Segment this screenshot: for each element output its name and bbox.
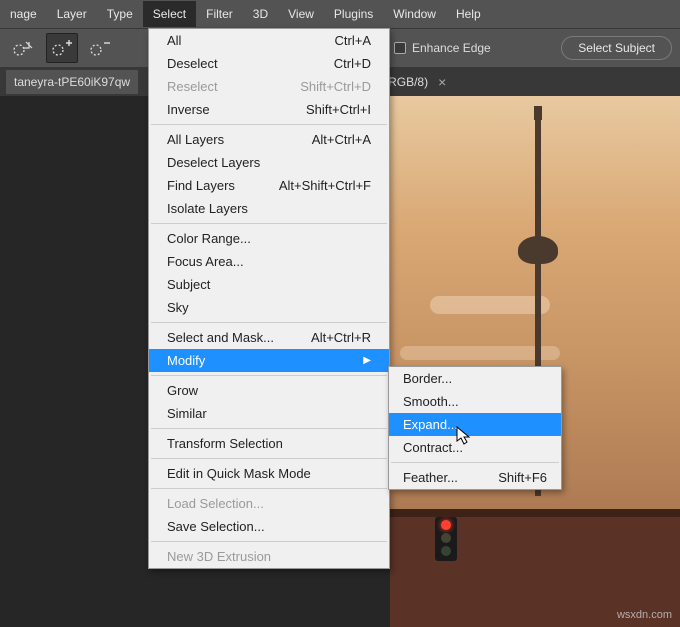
menu-item-shortcut: Alt+Ctrl+R	[311, 330, 371, 345]
menu-item-shortcut: Ctrl+D	[334, 56, 371, 71]
menu-3d[interactable]: 3D	[243, 1, 278, 27]
menu-item-label: Inverse	[167, 102, 210, 117]
menu-item-load-selection: Load Selection...	[149, 492, 389, 515]
menu-item-isolate-layers[interactable]: Isolate Layers	[149, 197, 389, 220]
menu-item-find-layers[interactable]: Find Layers Alt+Shift+Ctrl+F	[149, 174, 389, 197]
menu-item-label: Color Range...	[167, 231, 251, 246]
menu-item-label: Modify	[167, 353, 205, 368]
modify-submenu: Border... Smooth... Expand... Contract... Fe…	[388, 366, 562, 490]
menu-separator	[151, 541, 387, 542]
menu-item-label: Smooth...	[403, 394, 459, 409]
menu-separator	[151, 375, 387, 376]
submenu-item-expand[interactable]: Expand...	[389, 413, 561, 436]
submenu-item-border[interactable]: Border...	[389, 367, 561, 390]
document-image	[390, 96, 680, 627]
document-tab[interactable]: taneyra-tPE60iK97qw	[6, 70, 138, 94]
menu-item-shortcut: Shift+Ctrl+D	[300, 79, 371, 94]
menu-item-save-selection[interactable]: Save Selection...	[149, 515, 389, 538]
menu-item-label: All Layers	[167, 132, 224, 147]
menu-item-label: Reselect	[167, 79, 218, 94]
menu-item-label: Feather...	[403, 470, 458, 485]
menu-item-label: Sky	[167, 300, 189, 315]
submenu-item-smooth[interactable]: Smooth...	[389, 390, 561, 413]
menu-item-subject[interactable]: Subject	[149, 273, 389, 296]
menu-item-label: Edit in Quick Mask Mode	[167, 466, 311, 481]
submenu-item-feather[interactable]: Feather... Shift+F6	[389, 466, 561, 489]
menu-item-shortcut: Alt+Ctrl+A	[312, 132, 371, 147]
menu-separator	[151, 428, 387, 429]
submenu-item-contract[interactable]: Contract...	[389, 436, 561, 459]
menu-item-shortcut: Alt+Shift+Ctrl+F	[279, 178, 371, 193]
menu-item-transform-selection[interactable]: Transform Selection	[149, 432, 389, 455]
menu-item-label: Deselect Layers	[167, 155, 260, 170]
menu-help[interactable]: Help	[446, 1, 491, 27]
menu-item-label: All	[167, 33, 181, 48]
menu-item-inverse[interactable]: Inverse Shift+Ctrl+I	[149, 98, 389, 121]
menu-item-grow[interactable]: Grow	[149, 379, 389, 402]
document-title: taneyra-tPE60iK97qw	[14, 75, 130, 89]
menu-item-reselect: Reselect Shift+Ctrl+D	[149, 75, 389, 98]
menu-item-shortcut: Shift+F6	[498, 470, 547, 485]
menu-item-label: Load Selection...	[167, 496, 264, 511]
menu-item-label: Find Layers	[167, 178, 235, 193]
menu-item-label: Border...	[403, 371, 452, 386]
menu-item-label: Isolate Layers	[167, 201, 248, 216]
checkbox-icon	[394, 42, 406, 54]
close-tab-icon[interactable]: ×	[438, 74, 446, 90]
menu-item-label: Focus Area...	[167, 254, 244, 269]
submenu-arrow-icon: ▶	[363, 355, 371, 366]
enhance-edge-checkbox[interactable]: Enhance Edge	[394, 41, 491, 55]
menu-separator	[151, 223, 387, 224]
menu-item-new-3d-extrusion: New 3D Extrusion	[149, 545, 389, 568]
quick-select-subtract-icon[interactable]	[84, 33, 116, 63]
enhance-edge-label: Enhance Edge	[412, 41, 491, 55]
menu-separator	[151, 322, 387, 323]
quick-select-new-icon[interactable]	[8, 33, 40, 63]
menu-item-similar[interactable]: Similar	[149, 402, 389, 425]
menu-separator	[391, 462, 559, 463]
watermark: wsxdn.com	[617, 609, 672, 621]
menu-filter[interactable]: Filter	[196, 1, 243, 27]
quick-select-add-icon[interactable]	[46, 33, 78, 63]
menu-item-label: Select and Mask...	[167, 330, 274, 345]
menu-item-label: Deselect	[167, 56, 218, 71]
menu-item-all-layers[interactable]: All Layers Alt+Ctrl+A	[149, 128, 389, 151]
menu-item-color-range[interactable]: Color Range...	[149, 227, 389, 250]
menu-item-label: Contract...	[403, 440, 463, 455]
menu-item-label: Expand...	[403, 417, 458, 432]
menu-item-label: Save Selection...	[167, 519, 265, 534]
select-subject-button[interactable]: Select Subject	[561, 36, 672, 60]
menu-item-select-and-mask[interactable]: Select and Mask... Alt+Ctrl+R	[149, 326, 389, 349]
menu-view[interactable]: View	[278, 1, 324, 27]
menu-item-focus-area[interactable]: Focus Area...	[149, 250, 389, 273]
menu-item-label: Similar	[167, 406, 207, 421]
menu-type[interactable]: Type	[97, 1, 143, 27]
document-colormode: RGB/8)	[388, 75, 428, 89]
menu-item-label: Transform Selection	[167, 436, 283, 451]
menu-window[interactable]: Window	[383, 1, 446, 27]
menu-item-label: Grow	[167, 383, 198, 398]
menu-item-label: Subject	[167, 277, 210, 292]
menu-layer[interactable]: Layer	[47, 1, 97, 27]
menu-image[interactable]: nage	[0, 1, 47, 27]
menu-item-all[interactable]: All Ctrl+A	[149, 29, 389, 52]
menu-item-label: New 3D Extrusion	[167, 549, 271, 564]
menu-separator	[151, 124, 387, 125]
menu-select[interactable]: Select	[143, 1, 196, 27]
menu-item-deselect-layers[interactable]: Deselect Layers	[149, 151, 389, 174]
menu-item-deselect[interactable]: Deselect Ctrl+D	[149, 52, 389, 75]
menubar: nage Layer Type Select Filter 3D View Pl…	[0, 0, 680, 28]
menu-item-shortcut: Shift+Ctrl+I	[306, 102, 371, 117]
menu-item-sky[interactable]: Sky	[149, 296, 389, 319]
menu-separator	[151, 458, 387, 459]
menu-item-edit-in-quick-mask-mode[interactable]: Edit in Quick Mask Mode	[149, 462, 389, 485]
menu-separator	[151, 488, 387, 489]
menu-item-modify[interactable]: Modify ▶	[149, 349, 389, 372]
menu-plugins[interactable]: Plugins	[324, 1, 383, 27]
menu-item-shortcut: Ctrl+A	[335, 33, 371, 48]
select-dropdown-menu: All Ctrl+A Deselect Ctrl+D Reselect Shift+Ctr…	[148, 28, 390, 569]
